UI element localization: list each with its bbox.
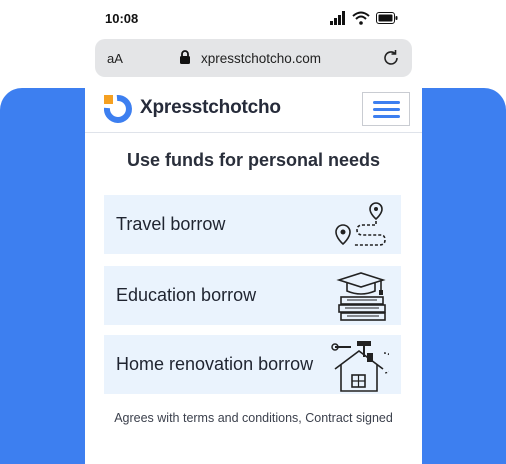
card-label: Home renovation borrow [116, 354, 314, 374]
brand-name[interactable]: Xpresstchotcho [140, 97, 281, 119]
travel-borrow-card[interactable]: Travel borrow [104, 195, 401, 254]
education-borrow-card[interactable]: Education borrow [104, 266, 401, 325]
terms-note: Agrees with terms and conditions, Contra… [114, 411, 393, 425]
signal-icon [330, 11, 345, 25]
route-map-icon [335, 202, 386, 246]
status-time: 10:08 [105, 11, 139, 26]
site-header: Xpresstchotcho [85, 86, 422, 133]
card-label: Education borrow [116, 285, 257, 305]
home-renovation-borrow-card[interactable]: Home renovation borrow [104, 335, 401, 394]
wifi-icon [352, 11, 370, 25]
page-title: Use funds for personal needs [126, 150, 381, 170]
url-text[interactable]: xpresstchotcho.com [201, 51, 321, 66]
reload-icon[interactable] [381, 48, 401, 68]
menu-button[interactable] [362, 92, 410, 126]
house-tools-icon [331, 341, 389, 392]
graduation-books-icon [336, 272, 386, 321]
web-page: Xpresstchotcho Use funds for personal ne… [85, 86, 422, 464]
text-size-button[interactable]: aA [107, 51, 123, 66]
battery-icon [376, 12, 398, 24]
hamburger-icon [373, 101, 400, 104]
lock-icon [180, 50, 190, 64]
logo-icon [104, 94, 132, 123]
status-bar: 10:08 [0, 0, 506, 36]
card-label: Travel borrow [116, 214, 226, 234]
address-bar[interactable]: aA xpresstchotcho.com [95, 39, 412, 77]
